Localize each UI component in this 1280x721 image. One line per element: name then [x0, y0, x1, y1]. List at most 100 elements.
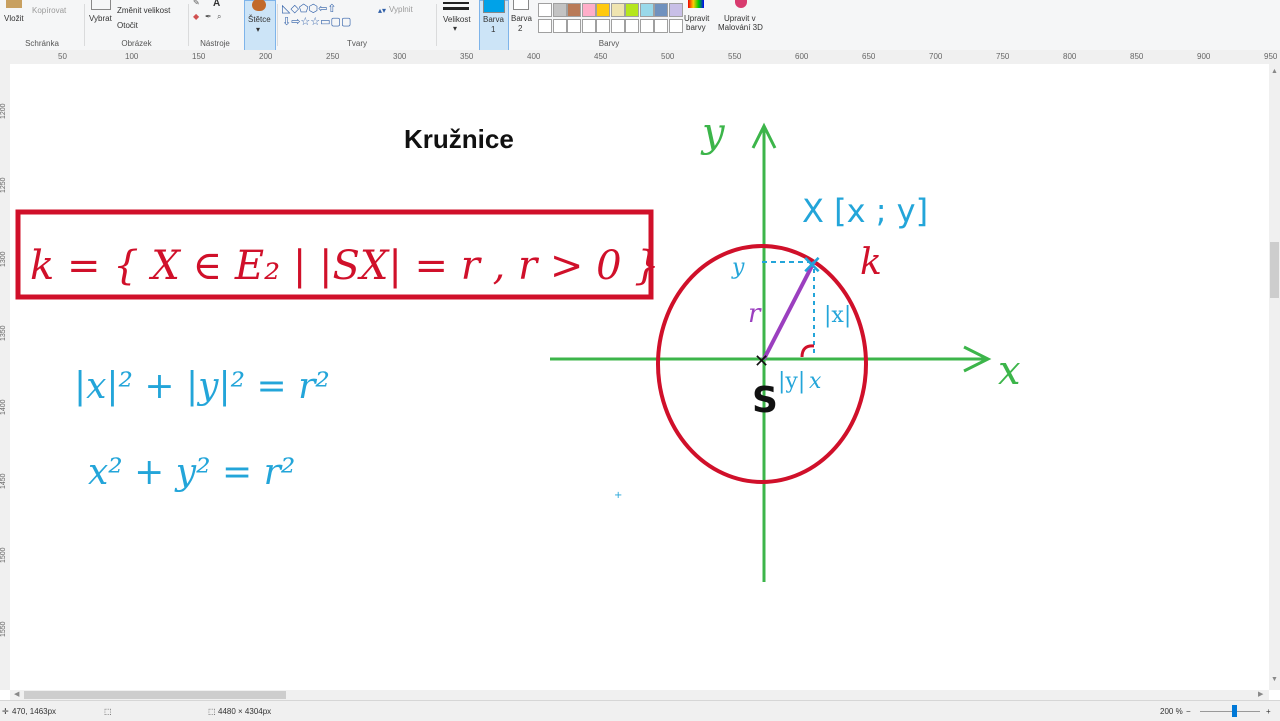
equation-abs: |x|² + |y|² = r² [74, 366, 330, 407]
chevron-down-icon: ▾ [256, 25, 261, 34]
vertical-ruler-tick-label: 1200 [0, 103, 7, 119]
resize-button[interactable]: Změnit velikost [117, 6, 170, 15]
ruler-tick-label: 400 [527, 52, 541, 61]
brushes-button[interactable]: Štětce ▾ [244, 0, 276, 52]
horizontal-ruler: 50 100 150 200 250 300 350 400 450 500 550 600 650 70… [0, 50, 1280, 65]
palette-swatch[interactable] [668, 3, 683, 17]
horizontal-scrollbar[interactable]: ◀ ▶ [10, 690, 1269, 700]
fill-button[interactable]: Vyplnit [389, 5, 413, 14]
y-axis-label: y [700, 110, 726, 156]
color1-number: 1 [491, 25, 496, 34]
copy-button[interactable]: Kopírovat [32, 6, 66, 15]
paint3d-button[interactable]: Upravit v Malování 3D [716, 0, 768, 50]
tools-group-label: Nástroje [200, 39, 230, 48]
x-mark: x [809, 369, 822, 394]
palette-swatch[interactable] [596, 3, 610, 17]
palette-swatch[interactable] [552, 19, 567, 33]
selection-icon: ⬚ [104, 707, 112, 716]
palette-swatch[interactable] [581, 3, 596, 17]
shapes-group-label: Tvary [347, 39, 367, 48]
paint3d-icon [735, 0, 747, 8]
scroll-down-icon[interactable]: ▼ [1271, 676, 1278, 683]
palette-swatch[interactable] [538, 3, 552, 17]
zoom-in-button[interactable]: + [1266, 707, 1271, 716]
shapes-gallery-icon[interactable]: ⇩⇨☆☆▭▢▢ [282, 15, 351, 28]
rainbow-icon [688, 0, 704, 8]
shapes-chevron-icon[interactable]: ▴▾ [378, 6, 386, 15]
equation-circle: x² + y² = r² [88, 452, 295, 493]
ruler-tick-label: 450 [594, 52, 608, 61]
palette-swatch[interactable] [552, 3, 567, 17]
text-tool-icon[interactable]: A [213, 0, 220, 9]
edit-colors-line1: Upravit [684, 14, 710, 23]
status-bar: ✛ 470, 1463px ⬚ ⬚ 4480 × 4304px 200 % − … [0, 700, 1280, 721]
image-size-icon: ⬚ [208, 707, 216, 716]
center-label: S [752, 380, 778, 421]
horizontal-scroll-thumb[interactable] [24, 691, 286, 699]
clipboard-group-label: Schránka [25, 39, 59, 48]
image-group-label: Obrázek [121, 39, 152, 48]
pencil-icon[interactable]: ✎ [193, 0, 200, 7]
palette-swatch[interactable] [625, 19, 639, 33]
rotate-button[interactable]: Otočit [117, 21, 138, 30]
zoom-slider-track[interactable] [1200, 711, 1260, 712]
size-line-icon [443, 2, 469, 4]
vertical-ruler-tick-label: 1350 [0, 325, 7, 341]
ribbon: Vložit Kopírovat Schránka Vybrat Změnit … [0, 0, 1280, 52]
palette-swatch[interactable] [668, 19, 683, 33]
ruler-tick-label: 600 [795, 52, 809, 61]
palette-swatch[interactable] [625, 3, 639, 17]
palette-swatch[interactable] [610, 3, 625, 17]
palette-swatch[interactable] [596, 19, 610, 33]
drawing-canvas[interactable]: k = { X ∈ E₂ | |SX| = r , r > 0 } |x|² +… [10, 64, 1269, 690]
canvas-drawing: k = { X ∈ E₂ | |SX| = r , r > 0 } |x|² +… [15, 110, 1021, 582]
palette-swatch[interactable] [654, 19, 668, 33]
colors-group: Barvy [536, 0, 683, 50]
point-x-marker: ✕ [801, 251, 823, 281]
paint3d-line1: Upravit v [724, 14, 756, 23]
palette-swatch[interactable] [654, 3, 668, 17]
palette-swatch[interactable] [581, 19, 596, 33]
ruler-tick-label: 700 [929, 52, 943, 61]
ruler-tick-label: 800 [1063, 52, 1077, 61]
palette-swatch[interactable] [610, 19, 625, 33]
color2-button[interactable]: Barva 2 [510, 0, 534, 50]
ruler-tick-label: 100 [125, 52, 139, 61]
zoom-out-button[interactable]: − [1186, 707, 1191, 716]
palette-swatch[interactable] [639, 19, 654, 33]
page-title: Kružnice [404, 124, 514, 154]
palette-swatch[interactable] [639, 3, 654, 17]
color1-swatch [483, 0, 505, 13]
eraser-icon[interactable]: ◆ [193, 12, 199, 21]
brush-icon [252, 0, 266, 11]
len-y-label: |y| [778, 369, 805, 394]
paste-button[interactable]: Vložit [4, 14, 24, 23]
cursor-icon: + [614, 490, 622, 501]
magnifier-icon[interactable]: ⌕ [217, 12, 221, 22]
scroll-up-icon[interactable]: ▲ [1271, 68, 1278, 75]
vertical-ruler-tick-label: 1450 [0, 473, 7, 489]
shapes-group: ◺◇⬠⬡⇦⇧ ⇩⇨☆☆▭▢▢ ▴▾ Vyplnit Tvary [278, 0, 436, 50]
chevron-down-icon: ▾ [453, 24, 458, 33]
edit-colors-button[interactable]: Upravit barvy [682, 0, 712, 50]
size-label: Velikost [443, 15, 471, 24]
size-button[interactable]: Velikost ▾ [437, 0, 477, 50]
vertical-scrollbar[interactable]: ▲ ▼ [1269, 64, 1280, 690]
color-picker-icon[interactable]: ✒ [205, 12, 212, 21]
vertical-ruler-tick-label: 1500 [0, 547, 7, 563]
center-marker: ✕ [754, 351, 769, 372]
select-button[interactable]: Vybrat [89, 14, 112, 23]
scroll-left-icon[interactable]: ◀ [14, 690, 19, 698]
palette-swatch[interactable] [567, 19, 581, 33]
ruler-tick-label: 200 [259, 52, 273, 61]
definition-text: k = { X ∈ E₂ | |SX| = r , r > 0 } [30, 243, 660, 289]
zoom-slider-thumb[interactable] [1232, 705, 1237, 717]
color1-button[interactable]: Barva 1 [479, 0, 509, 52]
palette-swatch[interactable] [538, 19, 552, 33]
palette-swatch[interactable] [567, 3, 581, 17]
paste-icon [6, 0, 22, 8]
point-x-label: X [x ; y] [802, 192, 928, 230]
scroll-right-icon[interactable]: ▶ [1258, 690, 1263, 698]
vertical-scroll-thumb[interactable] [1270, 242, 1279, 298]
shapes-gallery-icon[interactable]: ◺◇⬠⬡⇦⇧ [282, 2, 337, 15]
